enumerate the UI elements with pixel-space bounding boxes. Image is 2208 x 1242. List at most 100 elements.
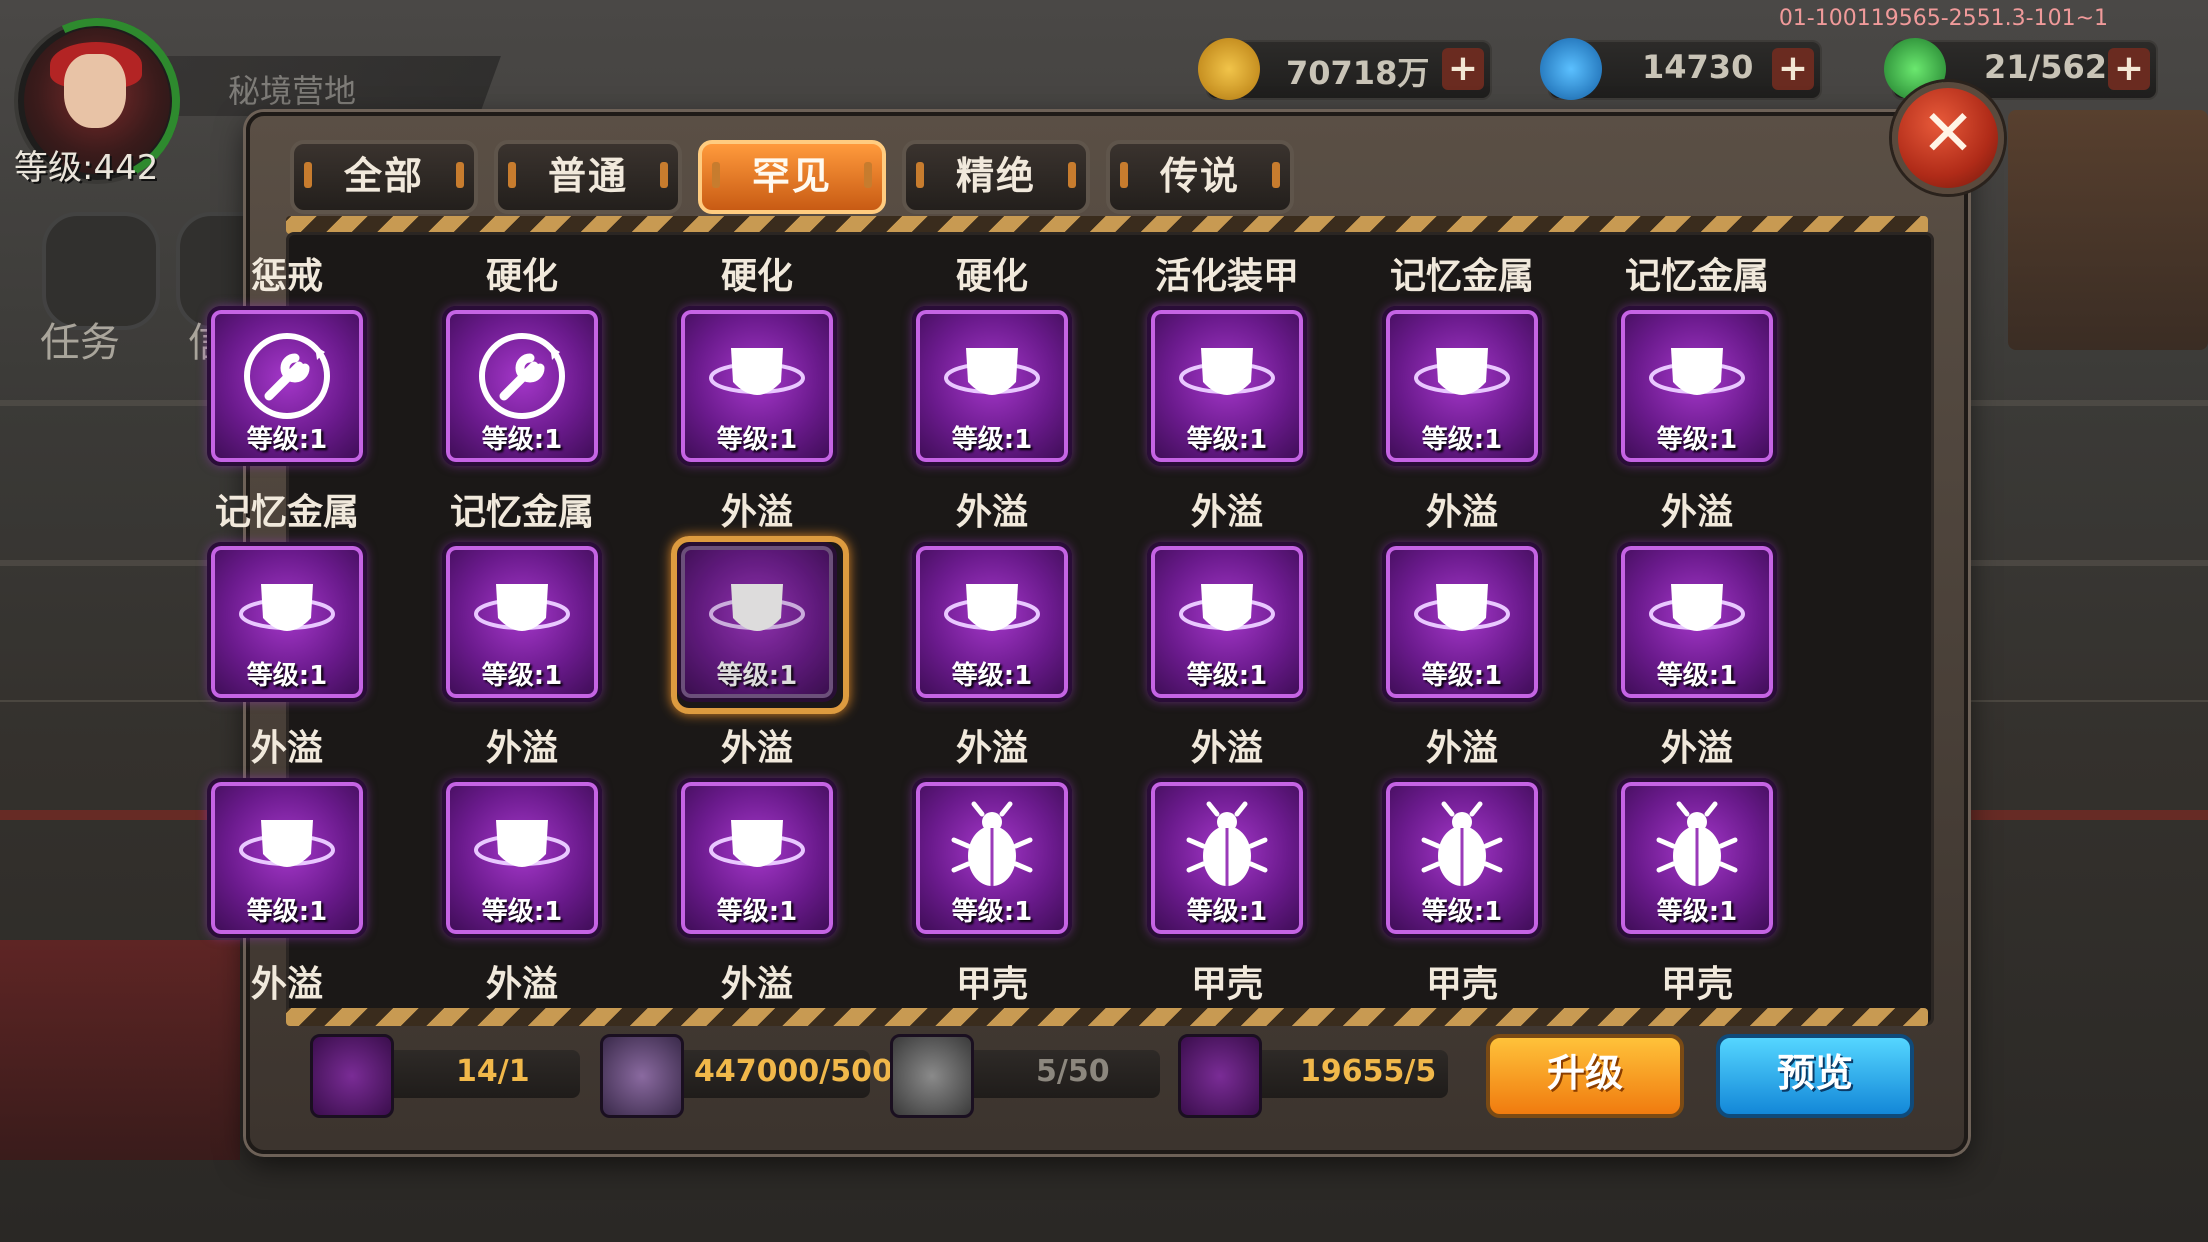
- selection-frame: [671, 536, 849, 714]
- item-card[interactable]: 等级:1: [671, 536, 849, 714]
- item-card[interactable]: 等级:1: [912, 778, 1072, 938]
- item-card[interactable]: 等级:1: [442, 778, 602, 938]
- item-title: 外溢: [1660, 492, 1733, 533]
- shield-icon: [1414, 584, 1510, 631]
- grid-cell[interactable]: 记忆金属 等级:1: [169, 490, 405, 702]
- orb-icon: [1178, 1034, 1262, 1118]
- version-text: 01-100119565-2551.3-101~1: [1778, 6, 2108, 31]
- item-card[interactable]: 等级:1: [207, 778, 367, 938]
- item-title: 外溢: [720, 728, 793, 769]
- tab-legend[interactable]: 传说: [1106, 140, 1294, 214]
- tab-rare[interactable]: 罕见: [698, 140, 886, 214]
- item-title: 外溢: [250, 728, 323, 769]
- item-level: 等级:1: [1656, 661, 1738, 691]
- grid-cell[interactable]: 外溢 等级:1: [874, 490, 1110, 702]
- tab-epic[interactable]: 精绝: [902, 140, 1090, 214]
- item-level: 等级:1: [1656, 425, 1738, 455]
- item-card[interactable]: 等级:1: [442, 542, 602, 702]
- item-card[interactable]: 等级:1: [677, 778, 837, 938]
- grid-cell[interactable]: 外溢等级:1: [1579, 726, 1815, 938]
- item-title: 记忆金属: [1389, 256, 1534, 297]
- grid-cell[interactable]: 外溢 等级:1: [639, 490, 875, 714]
- gold-add-button[interactable]: +: [1442, 48, 1484, 90]
- shield-icon: [709, 348, 805, 395]
- grid-cell[interactable]: 外溢等级:1: [1344, 490, 1580, 702]
- wrench-icon: [479, 333, 565, 419]
- item-level: 等级:1: [246, 661, 328, 691]
- shield-icon: [1179, 584, 1275, 631]
- upgrade-button[interactable]: 升级: [1486, 1034, 1684, 1118]
- item-title: 外溢: [720, 492, 793, 533]
- item-card[interactable]: 等级:1: [1617, 542, 1777, 702]
- grid-cell[interactable]: 记忆金属 等级:1: [404, 490, 640, 702]
- grid-cell[interactable]: 外溢等级:1: [1109, 490, 1345, 702]
- item-level: 等级:1: [481, 661, 563, 691]
- item-level: 等级:1: [1421, 425, 1503, 455]
- chip-icon: [890, 1034, 974, 1118]
- item-title: 硬化: [720, 256, 793, 297]
- tab-all[interactable]: 全部: [290, 140, 478, 214]
- item-title: 外溢: [639, 962, 875, 1008]
- gold-value: 70718万: [1286, 54, 1430, 92]
- item-card[interactable]: 等级:1: [207, 306, 367, 466]
- item-card[interactable]: 等级:1: [912, 542, 1072, 702]
- item-title-text: 甲壳: [1425, 964, 1498, 1005]
- grid-cell[interactable]: 惩戒等级:1: [169, 254, 405, 466]
- item-level: 等级:1: [1656, 897, 1738, 927]
- item-card[interactable]: 等级:1: [1617, 306, 1777, 466]
- item-level: 等级:1: [716, 425, 798, 455]
- gold-coin-icon: [1198, 38, 1260, 100]
- grid-cell[interactable]: 外溢等级:1: [1109, 726, 1345, 938]
- item-title: 甲壳: [1579, 962, 1815, 1008]
- item-title: 活化装甲: [1154, 256, 1299, 297]
- item-title: 外溢: [1190, 492, 1263, 533]
- grid-cell[interactable]: 记忆金属等级:1: [1344, 254, 1580, 466]
- grid-cell[interactable]: 记忆金属 等级:1: [1579, 254, 1815, 466]
- item-level: 等级:1: [1186, 661, 1268, 691]
- grid-cell[interactable]: 活化装甲等级:1: [1109, 254, 1345, 466]
- item-card[interactable]: 等级:1: [1147, 542, 1307, 702]
- item-title: 外溢: [1660, 728, 1733, 769]
- preview-button[interactable]: 预览: [1716, 1034, 1914, 1118]
- item-card[interactable]: 等级:1: [1147, 778, 1307, 938]
- item-title: 外溢: [1425, 492, 1498, 533]
- item-level: 等级:1: [246, 425, 328, 455]
- beetle-icon: [1186, 801, 1268, 886]
- item-card[interactable]: 等级:1: [677, 306, 837, 466]
- item-title-text: 甲壳: [1660, 964, 1733, 1005]
- grid-cell[interactable]: 硬化 等级:1: [874, 254, 1110, 466]
- grid-cell[interactable]: 外溢等级:1: [169, 726, 405, 938]
- item-card[interactable]: 等级:1: [1382, 778, 1542, 938]
- gem-add-button[interactable]: +: [1772, 48, 1814, 90]
- item-card[interactable]: 等级:1: [1382, 306, 1542, 466]
- item-card[interactable]: 等级:1: [1382, 542, 1542, 702]
- grid-cell[interactable]: 外溢等级:1: [404, 726, 640, 938]
- item-title-text: 甲壳: [955, 964, 1028, 1005]
- item-title: 惩戒: [250, 256, 323, 297]
- beetle-icon: [951, 801, 1033, 886]
- hazard-stripe: [286, 1008, 1928, 1026]
- item-title: 外溢: [485, 728, 558, 769]
- resource-value: 19655/5: [1300, 1054, 1437, 1089]
- tab-common[interactable]: 普通: [494, 140, 682, 214]
- grid-cell[interactable]: 外溢 等级:1: [1344, 726, 1580, 938]
- item-title: 外溢: [404, 962, 640, 1008]
- close-button[interactable]: ✕: [1892, 82, 2004, 194]
- grid-cell[interactable]: 外溢等级:1: [639, 726, 875, 938]
- item-card[interactable]: 等级:1: [207, 542, 367, 702]
- grid-cell[interactable]: 硬化 等级:1: [404, 254, 640, 466]
- item-card[interactable]: 等级:1: [1617, 778, 1777, 938]
- grid-cell[interactable]: 外溢等级:1: [1579, 490, 1815, 702]
- grid-cell[interactable]: 硬化等级:1: [639, 254, 875, 466]
- item-title: 外溢: [1190, 728, 1263, 769]
- gem-value: 14730: [1642, 48, 1754, 86]
- grid-cell[interactable]: 外溢 等级:1: [874, 726, 1110, 938]
- item-card[interactable]: 等级:1: [1147, 306, 1307, 466]
- energy-add-button[interactable]: +: [2108, 48, 2150, 90]
- energy-value: 21/562: [1984, 48, 2108, 86]
- item-title: 甲壳: [1344, 962, 1580, 1008]
- shield-icon: [709, 820, 805, 867]
- item-level: 等级:1: [1421, 661, 1503, 691]
- item-card[interactable]: 等级:1: [912, 306, 1072, 466]
- item-card[interactable]: 等级:1: [442, 306, 602, 466]
